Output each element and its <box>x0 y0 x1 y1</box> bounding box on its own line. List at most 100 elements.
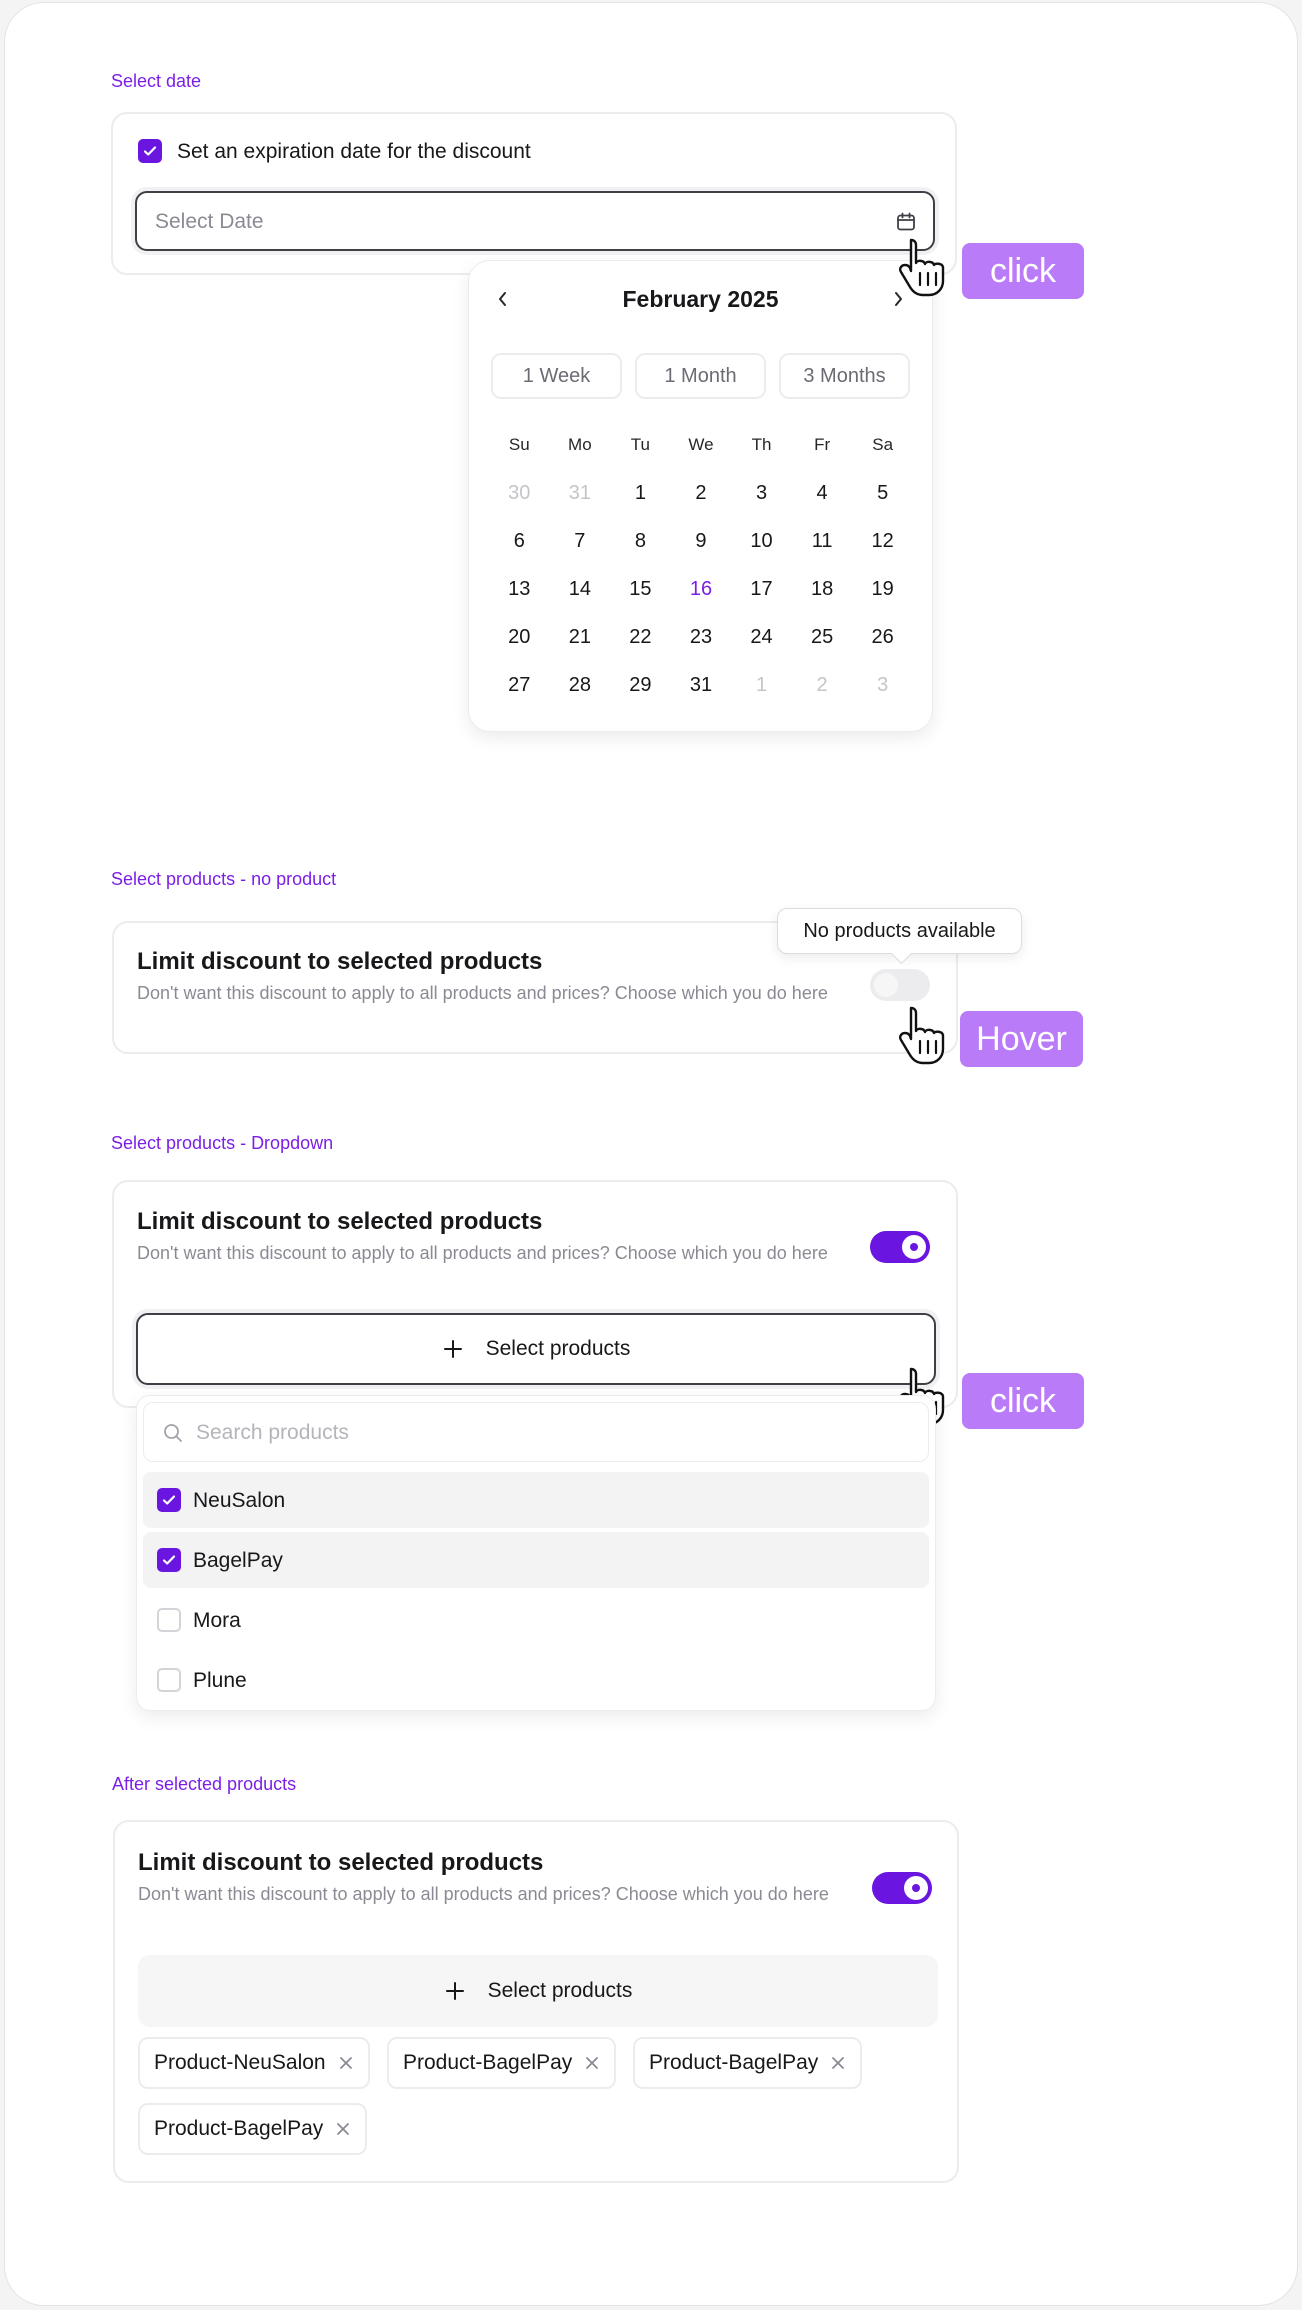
calendar-day[interactable]: 20 <box>489 621 550 669</box>
product-checkbox[interactable] <box>157 1548 181 1572</box>
expiration-label: Set an expiration date for the discount <box>177 140 531 163</box>
product-option[interactable]: BagelPay <box>143 1532 929 1588</box>
calendar-day[interactable]: 1 <box>610 477 671 525</box>
calendar-day[interactable]: 25 <box>792 621 853 669</box>
calendar-day[interactable]: 7 <box>550 525 611 573</box>
no-products-tooltip: No products available <box>777 908 1022 954</box>
product-chip-label: Product-BagelPay <box>403 2051 573 2074</box>
quick-1-month[interactable]: 1 Month <box>635 353 766 399</box>
limit-desc: Don't want this discount to apply to all… <box>138 1884 829 1904</box>
hand-cursor-icon <box>899 238 945 297</box>
calendar-day[interactable]: 8 <box>610 525 671 573</box>
calendar-day[interactable]: 18 <box>792 573 853 621</box>
calendar-day[interactable]: 27 <box>489 669 550 717</box>
calendar-day[interactable]: 26 <box>852 621 913 669</box>
select-products-button[interactable]: Select products <box>138 1955 938 2027</box>
date-placeholder: Select Date <box>155 210 264 233</box>
quick-1-week[interactable]: 1 Week <box>491 353 622 399</box>
limit-desc: Don't want this discount to apply to all… <box>137 983 828 1003</box>
product-chip: Product-BagelPay <box>633 2037 863 2089</box>
product-checkbox[interactable] <box>157 1488 181 1512</box>
calendar-day[interactable]: 30 <box>489 477 550 525</box>
limit-title: Limit discount to selected products <box>137 1208 543 1235</box>
calendar-day[interactable]: 23 <box>671 621 732 669</box>
section-label-dropdown: Select products - Dropdown <box>111 1133 334 1153</box>
product-option-label: NeuSalon <box>193 1489 286 1512</box>
product-chip: Product-NeuSalon <box>138 2037 370 2089</box>
remove-chip-icon[interactable] <box>338 2055 354 2071</box>
calendar-day[interactable]: 3 <box>731 477 792 525</box>
calendar-popup: February 2025 1 Week 1 Month 3 Months Su… <box>468 260 933 732</box>
calendar-month: February 2025 <box>622 286 779 312</box>
calendar-day[interactable]: 2 <box>671 477 732 525</box>
calendar-week: 6 7 8 9 10 11 12 <box>489 525 913 573</box>
limit-title: Limit discount to selected products <box>137 948 543 975</box>
product-checkbox[interactable] <box>157 1608 181 1632</box>
calendar-day[interactable]: 21 <box>550 621 611 669</box>
calendar-day[interactable]: 15 <box>610 573 671 621</box>
product-option-label: Plune <box>193 1669 247 1692</box>
hand-cursor-icon <box>899 1006 945 1065</box>
weekday-header: Su Mo Tu We Th Fr Sa <box>489 429 913 477</box>
product-chip-label: Product-NeuSalon <box>154 2051 326 2074</box>
products-dropdown: Search products NeuSalon BagelPay Mora Plun… <box>136 1395 936 1711</box>
calendar-day[interactable]: 31 <box>550 477 611 525</box>
calendar-icon[interactable] <box>895 211 917 238</box>
remove-chip-icon[interactable] <box>830 2055 846 2071</box>
calendar-day[interactable]: 4 <box>792 477 853 525</box>
weekday-label: Su <box>508 435 530 454</box>
select-products-label: Select products <box>485 1337 631 1360</box>
hover-badge: Hover <box>960 1011 1083 1067</box>
section-label-no-product: Select products - no product <box>111 869 337 889</box>
calendar-day[interactable]: 17 <box>731 573 792 621</box>
weekday-label: Mo <box>568 435 592 454</box>
limit-title: Limit discount to selected products <box>138 1849 544 1876</box>
plus-icon <box>443 1340 462 1358</box>
weekday-label: We <box>688 435 714 454</box>
weekday-label: Tu <box>630 435 651 454</box>
calendar-day[interactable]: 22 <box>610 621 671 669</box>
calendar-week: 30 31 1 2 3 4 5 <box>489 477 913 525</box>
section-label-after: After selected products <box>112 1774 297 1794</box>
date-input[interactable]: Select Date <box>135 191 935 251</box>
calendar-week: 13 14 15 16 17 18 19 <box>489 573 913 621</box>
calendar-day[interactable]: 19 <box>852 573 913 621</box>
calendar-day[interactable]: 14 <box>550 573 611 621</box>
calendar-day[interactable]: 3 <box>852 669 913 717</box>
product-option[interactable]: Plune <box>143 1652 929 1708</box>
calendar-day[interactable]: 29 <box>610 669 671 717</box>
calendar-day[interactable]: 1 <box>731 669 792 717</box>
calendar-day[interactable]: 11 <box>792 525 853 573</box>
expiration-checkbox[interactable] <box>138 139 162 163</box>
limit-toggle-on[interactable] <box>870 1231 930 1263</box>
calendar-day[interactable]: 31 <box>671 669 732 717</box>
search-products-input[interactable]: Search products <box>143 1402 929 1462</box>
calendar-day[interactable]: 16 <box>671 573 732 621</box>
calendar-day[interactable]: 2 <box>792 669 853 717</box>
select-products-button[interactable]: Select products <box>136 1313 936 1385</box>
search-icon <box>162 1422 184 1449</box>
product-checkbox[interactable] <box>157 1668 181 1692</box>
calendar-week: 27 28 29 31 1 2 3 <box>489 669 913 717</box>
calendar-day[interactable]: 24 <box>731 621 792 669</box>
calendar-day[interactable]: 10 <box>731 525 792 573</box>
quick-3-months[interactable]: 3 Months <box>779 353 910 399</box>
calendar-day[interactable]: 12 <box>852 525 913 573</box>
calendar-day[interactable]: 9 <box>671 525 732 573</box>
remove-chip-icon[interactable] <box>584 2055 600 2071</box>
weekday-label: Fr <box>814 435 831 454</box>
product-option[interactable]: Mora <box>143 1592 929 1648</box>
weekday-label: Sa <box>872 435 894 454</box>
product-chip: Product-BagelPay <box>387 2037 617 2089</box>
limit-toggle-on[interactable] <box>872 1872 932 1904</box>
product-option[interactable]: NeuSalon <box>143 1472 929 1528</box>
calendar-day[interactable]: 28 <box>550 669 611 717</box>
limit-toggle-disabled[interactable] <box>870 969 930 1001</box>
remove-chip-icon[interactable] <box>335 2121 351 2137</box>
plus-icon <box>445 1982 464 2000</box>
product-chip-label: Product-BagelPay <box>649 2051 819 2074</box>
calendar-day[interactable]: 5 <box>852 477 913 525</box>
calendar-day[interactable]: 13 <box>489 573 550 621</box>
section-label-date: Select date <box>111 71 202 91</box>
calendar-day[interactable]: 6 <box>489 525 550 573</box>
